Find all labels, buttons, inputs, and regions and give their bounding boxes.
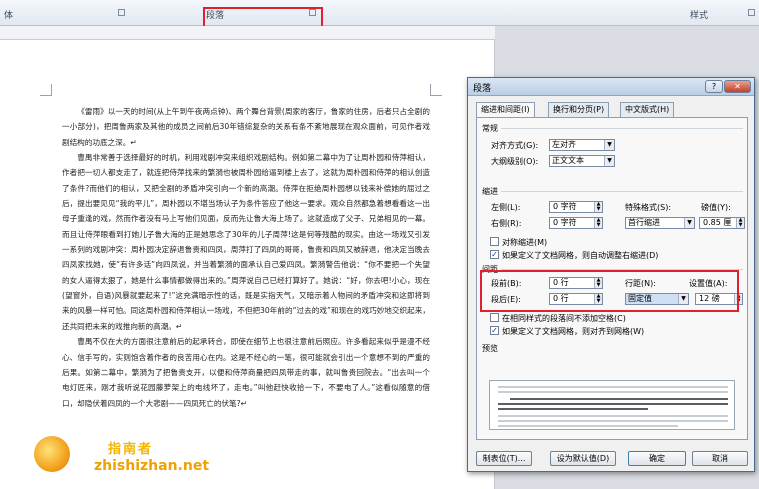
- indent-by-spinner[interactable]: 0.85 厘 ▲ ▼: [699, 217, 745, 229]
- spin-arrows-icon[interactable]: ▲ ▼: [736, 218, 744, 228]
- preview-line: [498, 403, 728, 405]
- special-indent-select[interactable]: 首行缩进 ▼: [625, 217, 695, 229]
- ribbon-styles-group-label: 样式: [690, 11, 709, 21]
- preview-line: [498, 386, 728, 388]
- alignment-label: 对齐方式(G):: [491, 141, 539, 150]
- outline-level-label: 大纲级别(O):: [491, 157, 539, 166]
- watermark-cn: 指南者: [108, 442, 154, 457]
- margin-corner-tr: [430, 84, 442, 96]
- preview-line: [498, 425, 678, 427]
- ribbon-font-group-label: 体: [4, 11, 14, 21]
- word-window: 体 段落 样式 《雷雨》以一天的时间(从上午到午夜两点钟)、两个舞台背景(周家的…: [0, 0, 759, 489]
- chevron-down-icon: ▼: [684, 218, 694, 228]
- watermark: 指南者 zhishizhan.net: [30, 436, 210, 486]
- doc-paragraph: 曹禺不仅在大的方面很注意前后的起承转合，即使在细节上也很注意前后照应。许多看起来…: [62, 337, 430, 408]
- ok-button[interactable]: 确定: [628, 451, 686, 466]
- preview-line: [498, 420, 728, 422]
- preview-line: [498, 391, 728, 393]
- general-section-label: 常规: [482, 124, 498, 133]
- set-default-button[interactable]: 设为默认值(D): [550, 451, 616, 466]
- ruler: [0, 26, 495, 40]
- preview-line: [498, 408, 648, 410]
- snap-to-grid-checkbox[interactable]: ✓: [490, 326, 499, 335]
- chevron-down-icon: ▼: [604, 156, 614, 166]
- font-dialog-launcher-icon[interactable]: [118, 9, 125, 16]
- document-body[interactable]: 《雷雨》以一天的时间(从上午到午夜两点钟)、两个舞台背景(周家的客厅，鲁家的住房…: [62, 104, 430, 411]
- preview-line: [510, 398, 728, 400]
- outline-level-select[interactable]: 正文文本 ▼: [549, 155, 615, 167]
- right-indent-label: 右侧(R):: [491, 219, 522, 228]
- styles-dialog-launcher-icon[interactable]: [748, 9, 755, 16]
- left-indent-spinner[interactable]: 0 字符 ▲ ▼: [549, 201, 603, 213]
- right-indent-spinner[interactable]: 0 字符 ▲ ▼: [549, 217, 603, 229]
- tab-indents-spacing[interactable]: 缩进和间距(I): [476, 102, 535, 118]
- dialog-titlebar[interactable]: 段落 ? ✕: [468, 78, 754, 96]
- ribbon: 体 段落 样式: [0, 0, 759, 26]
- doc-paragraph: 曹禺非常善于选择最好的时机，利用戏剧冲突来组织戏剧结构。例如第二幕中为了让周朴园…: [62, 153, 430, 331]
- dialog-title: 段落: [473, 84, 492, 94]
- mirror-indents-checkbox[interactable]: [490, 237, 499, 246]
- tab-asian-typography[interactable]: 中文版式(H): [620, 102, 675, 117]
- indent-section-label: 缩进: [482, 187, 498, 196]
- no-space-same-style-checkbox[interactable]: [490, 313, 499, 322]
- help-button[interactable]: ?: [705, 80, 723, 93]
- tab-line-page-breaks[interactable]: 换行和分页(P): [548, 102, 610, 117]
- snap-to-grid-label: 如果定义了文档网格，则对齐到网格(W): [502, 327, 645, 336]
- spin-arrows-icon[interactable]: ▲ ▼: [594, 218, 602, 228]
- divider: [501, 128, 743, 129]
- cancel-button[interactable]: 取消: [692, 451, 748, 466]
- margin-corner-tl: [40, 84, 52, 96]
- doc-paragraph: 《雷雨》以一天的时间(从上午到午夜两点钟)、两个舞台背景(周家的客厅，鲁家的住房…: [62, 107, 430, 147]
- mirror-indents-label: 对称缩进(M): [502, 238, 548, 247]
- preview-section-label: 预览: [482, 344, 498, 353]
- auto-adjust-right-indent-checkbox[interactable]: ✓: [490, 250, 499, 259]
- tabs-button[interactable]: 制表位(T)...: [476, 451, 532, 466]
- close-button[interactable]: ✕: [724, 80, 751, 93]
- watermark-logo-icon: [34, 436, 70, 472]
- no-space-same-style-label: 在相同样式的段落间不添加空格(C): [502, 314, 626, 323]
- watermark-en: zhishizhan.net: [94, 458, 210, 474]
- left-indent-label: 左侧(L):: [491, 203, 521, 212]
- preview-box: [489, 380, 735, 430]
- alignment-select[interactable]: 左对齐 ▼: [549, 139, 615, 151]
- spacing-highlight-box: [480, 270, 739, 312]
- preview-line: [498, 415, 728, 417]
- auto-adjust-right-indent-label: 如果定义了文档网格，则自动调整右缩进(D): [502, 251, 659, 260]
- special-indent-label: 特殊格式(S):: [625, 203, 672, 212]
- divider: [501, 191, 743, 192]
- spin-arrows-icon[interactable]: ▲ ▼: [594, 202, 602, 212]
- indent-by-label: 磅值(Y):: [701, 203, 731, 212]
- chevron-down-icon: ▼: [604, 140, 614, 150]
